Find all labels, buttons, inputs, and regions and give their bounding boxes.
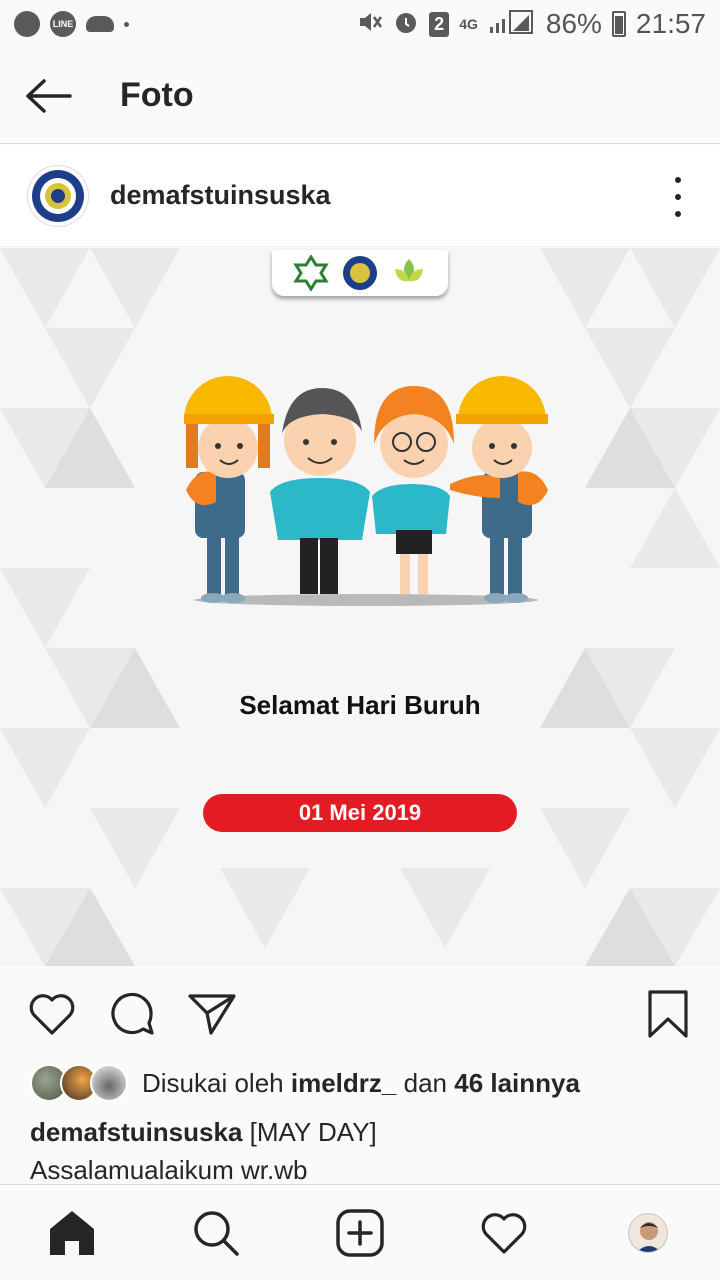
cloud-icon [86,16,114,32]
status-bar: LINE 2 4G 86% 21:57 [0,0,720,48]
uin-logo [292,255,329,291]
caption-line-1: demafstuinsuska [MAY DAY] [30,1113,690,1151]
back-button[interactable] [0,48,96,144]
search-tab[interactable] [186,1203,246,1263]
kabinet-logo [395,259,424,282]
battery-percent: 86% [545,8,602,39]
clock: 21:57 [635,8,706,39]
like-button[interactable] [26,988,78,1040]
likes-prefix: Disukai oleh [142,1067,284,1098]
dema-logo [342,256,377,290]
line-icon: LINE [50,11,76,37]
more-options-button[interactable] [666,177,690,217]
share-button[interactable] [186,988,238,1040]
likes-others[interactable]: 46 lainnya [454,1068,580,1098]
post-header: demafstuinsuska [0,145,720,247]
add-post-tab[interactable] [330,1203,390,1263]
heart-icon [29,994,75,1035]
home-tab[interactable] [42,1203,102,1263]
activity-heart-icon [481,1212,527,1254]
caption-username[interactable]: demafstuinsuska [30,1117,242,1147]
logo-strip [272,250,448,296]
more-vertical-icon [675,177,681,183]
top-nav: Foto [0,48,720,144]
comment-icon [111,992,154,1035]
post-author-avatar[interactable] [27,164,89,227]
bookmark-icon [648,990,688,1038]
liker-username[interactable]: imeldrz_ [291,1068,397,1098]
search-icon [194,1210,239,1256]
mute-icon [357,9,383,40]
profile-avatar [628,1212,668,1253]
triangle-pattern-background [0,248,720,966]
sim-badge: 2 [429,11,450,37]
signal-icon [488,9,536,40]
activity-tab[interactable] [474,1203,534,1263]
likes-text: Disukai oleh imeldrz_ dan 46 lainnya [142,1068,580,1099]
likes-row[interactable]: Disukai oleh imeldrz_ dan 46 lainnya [30,1062,580,1104]
likes-mid: dan [403,1067,447,1098]
bottom-nav [0,1184,720,1280]
send-icon [188,994,236,1035]
liker-avatar [90,1064,128,1102]
post-actions [0,966,720,1062]
caption-text: [MAY DAY] [249,1117,377,1147]
post-username[interactable]: demafstuinsuska [110,180,331,211]
liker-avatars [30,1064,128,1102]
post-caption: demafstuinsuska [MAY DAY] Assalamualaiku… [30,1113,690,1189]
greeting-text: Selamat Hari Buruh [239,690,481,720]
home-icon [50,1210,94,1255]
whatsapp-icon [14,11,40,37]
battery-icon [611,11,626,37]
status-bar-system: 2 4G 86% 21:57 [357,8,706,40]
network-type: 4G [459,16,478,32]
alarm-icon [393,9,419,40]
add-post-icon [336,1208,384,1257]
save-button[interactable] [642,988,694,1040]
status-bar-notifications: LINE [14,11,129,37]
date-badge: 01 Mei 2019 [203,794,517,832]
dot-icon [124,21,129,27]
profile-tab[interactable] [618,1203,678,1263]
comment-button[interactable] [106,988,158,1040]
page-title: Foto [120,76,194,114]
arrow-left-icon [26,78,72,113]
post-image[interactable]: Selamat Hari Buruh 01 Mei 2019 [0,248,720,966]
